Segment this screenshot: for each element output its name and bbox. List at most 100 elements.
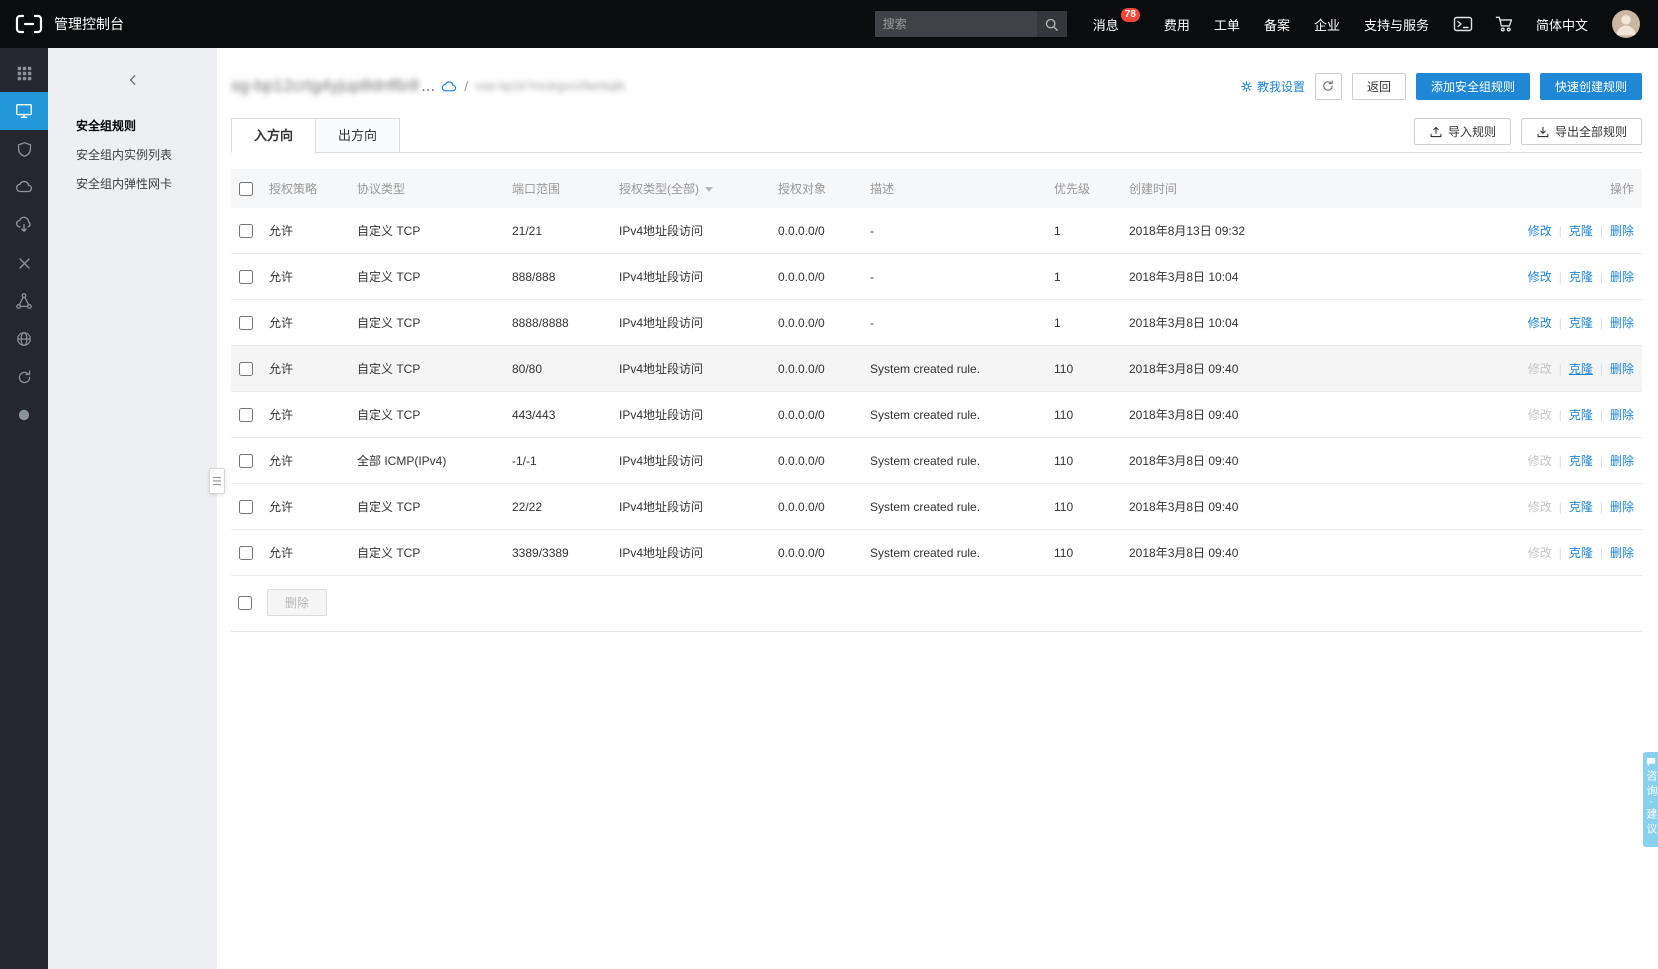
- cell-policy: 允许: [261, 392, 349, 438]
- avatar[interactable]: [1612, 10, 1640, 38]
- cell-auth-type: IPv4地址段访问: [611, 346, 770, 392]
- cell-priority: 1: [1046, 300, 1121, 346]
- search-button[interactable]: [1037, 11, 1067, 37]
- row-checkbox[interactable]: [239, 224, 253, 238]
- delete-link[interactable]: 删除: [1610, 224, 1634, 238]
- cell-description: System created rule.: [862, 346, 1046, 392]
- row-checkbox[interactable]: [239, 270, 253, 284]
- modify-link[interactable]: 修改: [1528, 270, 1552, 284]
- status-dot-icon[interactable]: [0, 396, 48, 434]
- aliyun-logo-icon[interactable]: [14, 13, 44, 35]
- row-checkbox[interactable]: [239, 546, 253, 560]
- cell-priority: 110: [1046, 346, 1121, 392]
- clone-link[interactable]: 克隆: [1569, 270, 1593, 284]
- main-content: sg-bp12crtg4yjup8dnf6r8 ... / vsw-bp1k7m…: [217, 48, 1658, 969]
- sidebar-collapse-button[interactable]: [48, 48, 217, 112]
- upload-icon: [1429, 125, 1443, 139]
- cell-port-range: -1/-1: [504, 438, 611, 484]
- delete-link[interactable]: 删除: [1610, 316, 1634, 330]
- import-rules-button[interactable]: 导入规则: [1414, 118, 1511, 145]
- cell-port-range: 21/21: [504, 208, 611, 254]
- col-auth-type[interactable]: 授权类型(全部): [611, 169, 770, 208]
- sidebar-resize-handle[interactable]: [209, 468, 225, 494]
- terminal-icon[interactable]: [1453, 15, 1473, 33]
- delete-link[interactable]: 删除: [1610, 546, 1634, 560]
- export-all-rules-button[interactable]: 导出全部规则: [1521, 118, 1642, 145]
- cell-policy: 允许: [261, 530, 349, 576]
- tab-inbound[interactable]: 入方向: [231, 118, 316, 153]
- globe-icon[interactable]: [0, 320, 48, 358]
- nav-billing[interactable]: 费用: [1164, 15, 1190, 34]
- delete-link[interactable]: 删除: [1610, 270, 1634, 284]
- select-all-checkbox[interactable]: [239, 182, 253, 196]
- sidebar-item-enis-in-group[interactable]: 安全组内弹性网卡: [48, 170, 217, 199]
- sidebar-item-security-group-rules[interactable]: 安全组规则: [48, 112, 217, 141]
- modify-link: 修改: [1528, 362, 1552, 376]
- quick-create-rule-button[interactable]: 快速创建规则: [1540, 73, 1642, 100]
- footer-select-all-checkbox[interactable]: [238, 596, 252, 610]
- language-selector[interactable]: 简体中文: [1536, 15, 1588, 34]
- action-separator: |: [1600, 224, 1603, 238]
- cell-auth-type: IPv4地址段访问: [611, 300, 770, 346]
- search-input[interactable]: [875, 17, 1037, 31]
- clone-link[interactable]: 克隆: [1569, 316, 1593, 330]
- cell-created-time: 2018年3月8日 09:40: [1121, 530, 1371, 576]
- cloud-sync-icon[interactable]: [0, 206, 48, 244]
- nav-messages[interactable]: 消息 78: [1093, 15, 1140, 34]
- teach-me-link[interactable]: 教我设置: [1240, 78, 1305, 95]
- cell-description: System created rule.: [862, 438, 1046, 484]
- back-button[interactable]: 返回: [1352, 73, 1406, 100]
- batch-delete-button[interactable]: 删除: [267, 589, 327, 616]
- clone-link[interactable]: 克隆: [1569, 224, 1593, 238]
- clone-link[interactable]: 克隆: [1569, 454, 1593, 468]
- action-separator: |: [1559, 224, 1562, 238]
- row-checkbox[interactable]: [239, 362, 253, 376]
- row-checkbox[interactable]: [239, 316, 253, 330]
- refresh-cycle-icon[interactable]: [0, 358, 48, 396]
- nav-icp[interactable]: 备案: [1264, 15, 1290, 34]
- product-icon-rail: [0, 48, 48, 969]
- row-checkbox[interactable]: [239, 500, 253, 514]
- sidebar-item-instances-in-group[interactable]: 安全组内实例列表: [48, 141, 217, 170]
- clone-link[interactable]: 克隆: [1569, 408, 1593, 422]
- nav-tickets[interactable]: 工单: [1214, 15, 1240, 34]
- cell-protocol: 自定义 TCP: [349, 346, 504, 392]
- cloud-copy-icon[interactable]: [441, 79, 457, 93]
- close-x-icon[interactable]: [0, 244, 48, 282]
- modify-link[interactable]: 修改: [1528, 316, 1552, 330]
- row-checkbox[interactable]: [239, 454, 253, 468]
- rule-row: 允许 自定义 TCP 3389/3389 IPv4地址段访问 0.0.0.0/0…: [231, 530, 1642, 576]
- delete-link[interactable]: 删除: [1610, 408, 1634, 422]
- nav-messages-label: 消息: [1093, 15, 1119, 34]
- clone-link[interactable]: 克隆: [1569, 500, 1593, 514]
- cell-port-range: 443/443: [504, 392, 611, 438]
- modify-link: 修改: [1528, 546, 1552, 560]
- delete-link[interactable]: 删除: [1610, 500, 1634, 514]
- cell-created-time: 2018年3月8日 10:04: [1121, 254, 1371, 300]
- cart-icon[interactable]: [1495, 15, 1514, 33]
- nav-enterprise[interactable]: 企业: [1314, 15, 1340, 34]
- cell-priority: 110: [1046, 392, 1121, 438]
- cell-created-time: 2018年3月8日 09:40: [1121, 484, 1371, 530]
- nav-support[interactable]: 支持与服务: [1364, 15, 1429, 34]
- topology-icon[interactable]: [0, 282, 48, 320]
- cell-auth-object: 0.0.0.0/0: [770, 530, 862, 576]
- download-icon: [1536, 125, 1550, 139]
- tab-outbound[interactable]: 出方向: [315, 118, 400, 153]
- clone-link[interactable]: 克隆: [1569, 546, 1593, 560]
- rules-table-body: 允许 自定义 TCP 21/21 IPv4地址段访问 0.0.0.0/0 - 1…: [231, 208, 1642, 576]
- add-security-group-rule-button[interactable]: 添加安全组规则: [1416, 73, 1530, 100]
- modify-link[interactable]: 修改: [1528, 224, 1552, 238]
- delete-link[interactable]: 删除: [1610, 362, 1634, 376]
- refresh-button[interactable]: [1315, 73, 1342, 100]
- apps-grid-icon[interactable]: [0, 54, 48, 92]
- security-shield-icon[interactable]: [0, 130, 48, 168]
- cloud-icon[interactable]: [0, 168, 48, 206]
- row-checkbox[interactable]: [239, 408, 253, 422]
- feedback-side-tab[interactable]: 咨询·建议: [1643, 752, 1658, 847]
- clone-link[interactable]: 克隆: [1569, 362, 1593, 376]
- sort-caret-icon[interactable]: [705, 187, 713, 192]
- rule-row: 允许 全部 ICMP(IPv4) -1/-1 IPv4地址段访问 0.0.0.0…: [231, 438, 1642, 484]
- delete-link[interactable]: 删除: [1610, 454, 1634, 468]
- console-monitor-icon[interactable]: [0, 92, 48, 130]
